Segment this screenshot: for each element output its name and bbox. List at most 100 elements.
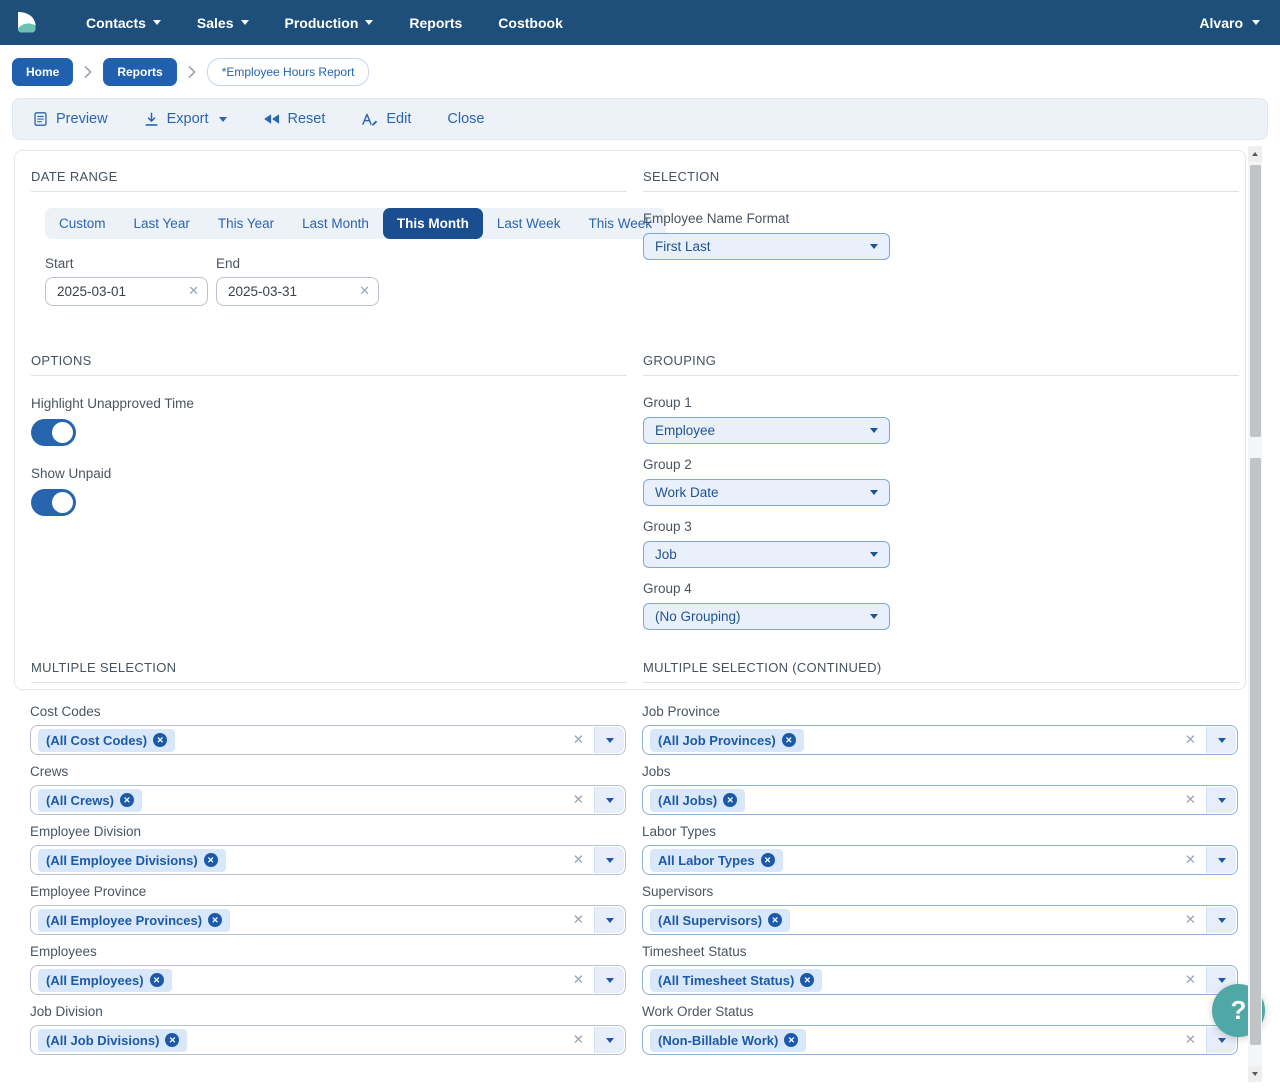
employee-province-multiselect[interactable]: (All Employee Provinces) ✕ ✕ [30,905,626,935]
start-date-input[interactable] [45,277,208,306]
selected-chip[interactable]: (All Jobs) ✕ [650,789,745,812]
chip-remove-icon[interactable]: ✕ [784,1033,798,1047]
chip-remove-icon[interactable]: ✕ [723,793,737,807]
chip-remove-icon[interactable]: ✕ [153,733,167,747]
tab-custom[interactable]: Custom [45,208,120,239]
reset-button[interactable]: Reset [263,111,326,127]
group-4-select[interactable]: (No Grouping) [643,603,890,630]
menu-costbook[interactable]: Costbook [493,15,568,31]
menu-reports[interactable]: Reports [404,15,467,31]
menu-contacts[interactable]: Contacts [81,15,166,31]
chip-remove-icon[interactable]: ✕ [204,853,218,867]
export-button[interactable]: Export [144,111,227,127]
clear-icon[interactable]: ✕ [1185,792,1196,808]
clear-icon[interactable]: ✕ [573,852,584,868]
chevron-down-icon[interactable] [1206,907,1236,933]
chip-remove-icon[interactable]: ✕ [782,733,796,747]
work-order-status-multiselect[interactable]: (Non-Billable Work) ✕ ✕ [642,1025,1238,1055]
chip-remove-icon[interactable]: ✕ [150,973,164,987]
clear-icon[interactable]: ✕ [573,912,584,928]
chevron-down-icon[interactable] [594,1027,624,1053]
selected-chip[interactable]: (All Employee Provinces) ✕ [38,909,230,932]
selected-chip[interactable]: (All Cost Codes) ✕ [38,729,175,752]
selected-chip[interactable]: (All Job Divisions) ✕ [38,1029,187,1052]
menu-production[interactable]: Production [280,15,379,31]
tab-last-week[interactable]: Last Week [483,208,575,239]
jobs-multiselect[interactable]: (All Jobs) ✕ ✕ [642,785,1238,815]
chip-label: (All Employees) [46,973,144,988]
clear-icon[interactable]: ✕ [1185,852,1196,868]
clear-icon[interactable]: ✕ [1185,972,1196,988]
selected-chip[interactable]: (All Employee Divisions) ✕ [38,849,226,872]
timesheet-status-label: Timesheet Status [642,944,1238,959]
chevron-down-icon[interactable] [1206,727,1236,753]
end-date-input[interactable] [216,277,379,306]
breadcrumb-current-report[interactable]: *Employee Hours Report [207,58,370,86]
group-1-select[interactable]: Employee [643,417,890,444]
scroll-up-button[interactable] [1248,146,1262,162]
chevron-down-icon[interactable] [594,847,624,873]
crews-multiselect[interactable]: (All Crews) ✕ ✕ [30,785,626,815]
highlight-unapproved-time-toggle[interactable] [31,419,76,446]
clear-icon[interactable]: ✕ [573,732,584,748]
chevron-down-icon[interactable] [594,727,624,753]
group-2-select[interactable]: Work Date [643,479,890,506]
chevron-down-icon[interactable] [1206,847,1236,873]
tab-this-year[interactable]: This Year [204,208,288,239]
clear-icon[interactable]: ✕ [359,284,370,297]
clear-icon[interactable]: ✕ [1185,732,1196,748]
selected-chip[interactable]: (All Job Provinces) ✕ [650,729,804,752]
cost-codes-multiselect[interactable]: (All Cost Codes) ✕ ✕ [30,725,626,755]
clear-icon[interactable]: ✕ [573,1032,584,1048]
clear-icon[interactable]: ✕ [573,972,584,988]
selected-chip[interactable]: (All Employees) ✕ [38,969,172,992]
edit-icon [361,112,378,127]
app-logo-icon[interactable] [14,9,41,36]
supervisors-multiselect[interactable]: (All Supervisors) ✕ ✕ [642,905,1238,935]
job-province-multiselect[interactable]: (All Job Provinces) ✕ ✕ [642,725,1238,755]
selected-chip[interactable]: (All Timesheet Status) ✕ [650,969,822,992]
job-division-multiselect[interactable]: (All Job Divisions) ✕ ✕ [30,1025,626,1055]
selected-chip[interactable]: (Non-Billable Work) ✕ [650,1029,806,1052]
chevron-down-icon[interactable] [594,967,624,993]
clear-icon[interactable]: ✕ [1185,1032,1196,1048]
chevron-down-icon[interactable] [594,907,624,933]
selected-chip[interactable]: (All Crews) ✕ [38,789,142,812]
tab-this-month[interactable]: This Month [383,208,483,239]
selected-chip[interactable]: (All Supervisors) ✕ [650,909,790,932]
vertical-scrollbar[interactable] [1248,146,1262,1082]
show-unpaid-toggle[interactable] [31,489,76,516]
group-3-select[interactable]: Job [643,541,890,568]
chevron-down-icon[interactable] [1206,787,1236,813]
employees-multiselect[interactable]: (All Employees) ✕ ✕ [30,965,626,995]
chevron-down-icon[interactable] [594,787,624,813]
employee-name-format-select[interactable]: First Last [643,233,890,260]
group-1-value: Employee [655,423,715,438]
chip-remove-icon[interactable]: ✕ [165,1033,179,1047]
tab-last-year[interactable]: Last Year [120,208,204,239]
breadcrumb-home[interactable]: Home [12,58,73,86]
employee-division-multiselect[interactable]: (All Employee Divisions) ✕ ✕ [30,845,626,875]
toggle-knob [52,422,73,443]
timesheet-status-multiselect[interactable]: (All Timesheet Status) ✕ ✕ [642,965,1238,995]
scrollbar-thumb[interactable] [1250,458,1261,1045]
edit-button[interactable]: Edit [361,111,411,127]
close-button[interactable]: Close [447,111,484,127]
clear-icon[interactable]: ✕ [1185,912,1196,928]
clear-icon[interactable]: ✕ [573,792,584,808]
scroll-down-button[interactable] [1248,1066,1262,1082]
chip-remove-icon[interactable]: ✕ [208,913,222,927]
chip-remove-icon[interactable]: ✕ [800,973,814,987]
selected-chip[interactable]: All Labor Types ✕ [650,849,783,872]
user-menu[interactable]: Alvaro [1199,15,1260,31]
clear-icon[interactable]: ✕ [188,284,199,297]
preview-button[interactable]: Preview [33,111,108,127]
chip-remove-icon[interactable]: ✕ [120,793,134,807]
labor-types-multiselect[interactable]: All Labor Types ✕ ✕ [642,845,1238,875]
chip-remove-icon[interactable]: ✕ [768,913,782,927]
scrollbar-thumb[interactable] [1250,165,1261,437]
tab-last-month[interactable]: Last Month [288,208,383,239]
chip-remove-icon[interactable]: ✕ [761,853,775,867]
breadcrumb-reports[interactable]: Reports [103,58,176,86]
menu-sales[interactable]: Sales [192,15,254,31]
